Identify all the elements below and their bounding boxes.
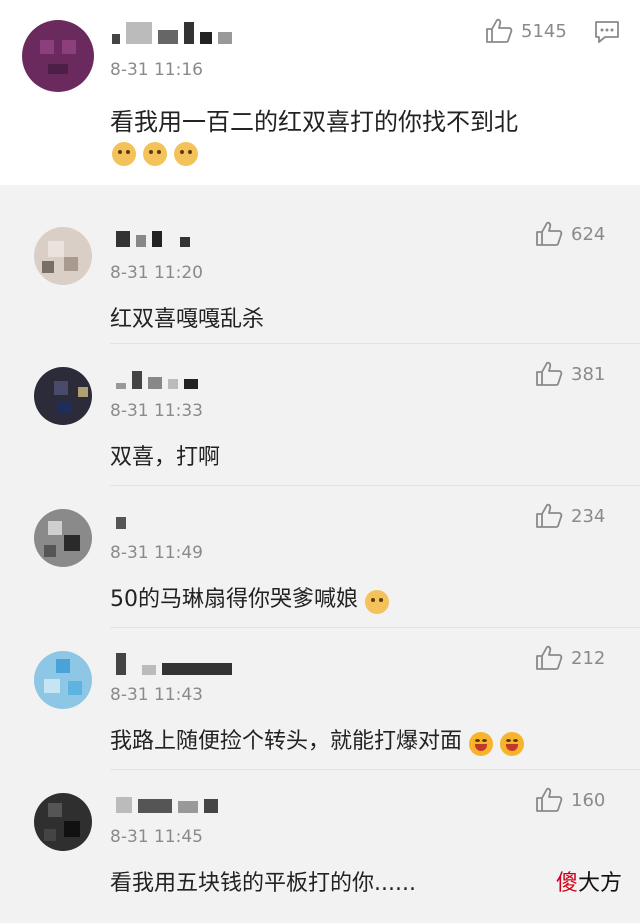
avatar[interactable] bbox=[34, 509, 92, 567]
list-item: 8-31 11:49 234 50的马琳扇得你哭爹喊娘 bbox=[0, 485, 640, 627]
like-button[interactable]: 234 bbox=[535, 503, 605, 529]
comment-line: 50的马琳扇得你哭爹喊娘 bbox=[110, 581, 390, 614]
watermark-text: 大方 bbox=[577, 871, 622, 896]
comment-text: 红双喜嘎嘎乱杀 bbox=[110, 307, 265, 332]
doge-emoji bbox=[365, 589, 390, 614]
comment-text: 看我用一百二的红双喜打的你找不到北 bbox=[110, 108, 518, 136]
list-item: 8-31 11:45 160 看我用五块钱的平板打的你...... bbox=[0, 769, 640, 911]
doge-emoji bbox=[174, 142, 199, 166]
comment-time: 8-31 11:49 bbox=[110, 543, 203, 563]
like-button[interactable]: 381 bbox=[535, 361, 605, 387]
doge-emoji bbox=[112, 142, 136, 166]
like-button[interactable]: 624 bbox=[535, 221, 605, 247]
comment-time: 8-31 11:43 bbox=[110, 685, 203, 705]
avatar[interactable] bbox=[34, 793, 92, 851]
thumbs-up-icon bbox=[536, 645, 563, 670]
like-count: 234 bbox=[571, 505, 606, 527]
like-count: 160 bbox=[571, 789, 606, 811]
comment-line: 我路上随便捡个转头，就能打爆对面 bbox=[110, 723, 525, 756]
comment-time: 8-31 11:33 bbox=[110, 401, 203, 421]
like-button[interactable]: 160 bbox=[535, 787, 605, 813]
like-count: 5145 bbox=[521, 20, 567, 42]
reply-comment-icon[interactable] bbox=[593, 19, 621, 45]
watermark-red-char: 傻 bbox=[555, 871, 578, 896]
thumbs-up-icon bbox=[536, 361, 563, 386]
like-count: 212 bbox=[571, 647, 606, 669]
like-count: 624 bbox=[571, 223, 606, 245]
comment-text: 看我用五块钱的平板打的你...... bbox=[110, 871, 416, 896]
laughing-emoji bbox=[469, 731, 494, 756]
comment-text: 50的马琳扇得你哭爹喊娘 bbox=[110, 587, 358, 612]
reply-list: 8-31 11:20 624 红双喜嘎嘎乱杀 8-31 11:33 381 双喜… bbox=[0, 195, 640, 923]
like-count: 381 bbox=[571, 363, 606, 385]
comment-time: 8-31 11:16 bbox=[110, 60, 203, 80]
avatar[interactable] bbox=[34, 367, 92, 425]
username-blurred[interactable] bbox=[116, 231, 190, 247]
like-button[interactable]: 212 bbox=[535, 645, 605, 671]
comment-time: 8-31 11:20 bbox=[110, 263, 203, 283]
like-button[interactable]: 5145 bbox=[485, 18, 567, 44]
emoji-row bbox=[110, 142, 199, 166]
thumbs-up-icon bbox=[486, 18, 513, 43]
thumbs-up-icon bbox=[536, 221, 563, 246]
username-blurred[interactable] bbox=[116, 653, 232, 675]
list-item: 8-31 11:43 212 我路上随便捡个转头，就能打爆对面 bbox=[0, 627, 640, 769]
list-item: 8-31 11:20 624 红双喜嘎嘎乱杀 bbox=[0, 195, 640, 337]
avatar[interactable] bbox=[34, 651, 92, 709]
avatar[interactable] bbox=[34, 227, 92, 285]
avatar[interactable] bbox=[22, 20, 94, 92]
username-blurred[interactable] bbox=[116, 517, 126, 529]
thumbs-up-icon bbox=[536, 787, 563, 812]
username-blurred[interactable] bbox=[112, 22, 232, 44]
watermark: 傻大方 bbox=[556, 865, 622, 897]
main-comment: 8-31 11:16 5145 看我用一百二的红双喜打的你找不到北 bbox=[0, 0, 640, 185]
list-item: 8-31 11:33 381 双喜，打啊 bbox=[0, 343, 640, 485]
thumbs-up-icon bbox=[536, 503, 563, 528]
comment-text: 我路上随便捡个转头，就能打爆对面 bbox=[110, 729, 463, 754]
comment-text: 双喜，打啊 bbox=[110, 445, 221, 470]
laughing-emoji bbox=[500, 731, 525, 756]
username-blurred[interactable] bbox=[116, 371, 198, 389]
comment-time: 8-31 11:45 bbox=[110, 827, 203, 847]
doge-emoji bbox=[143, 142, 168, 166]
username-blurred[interactable] bbox=[116, 797, 218, 813]
